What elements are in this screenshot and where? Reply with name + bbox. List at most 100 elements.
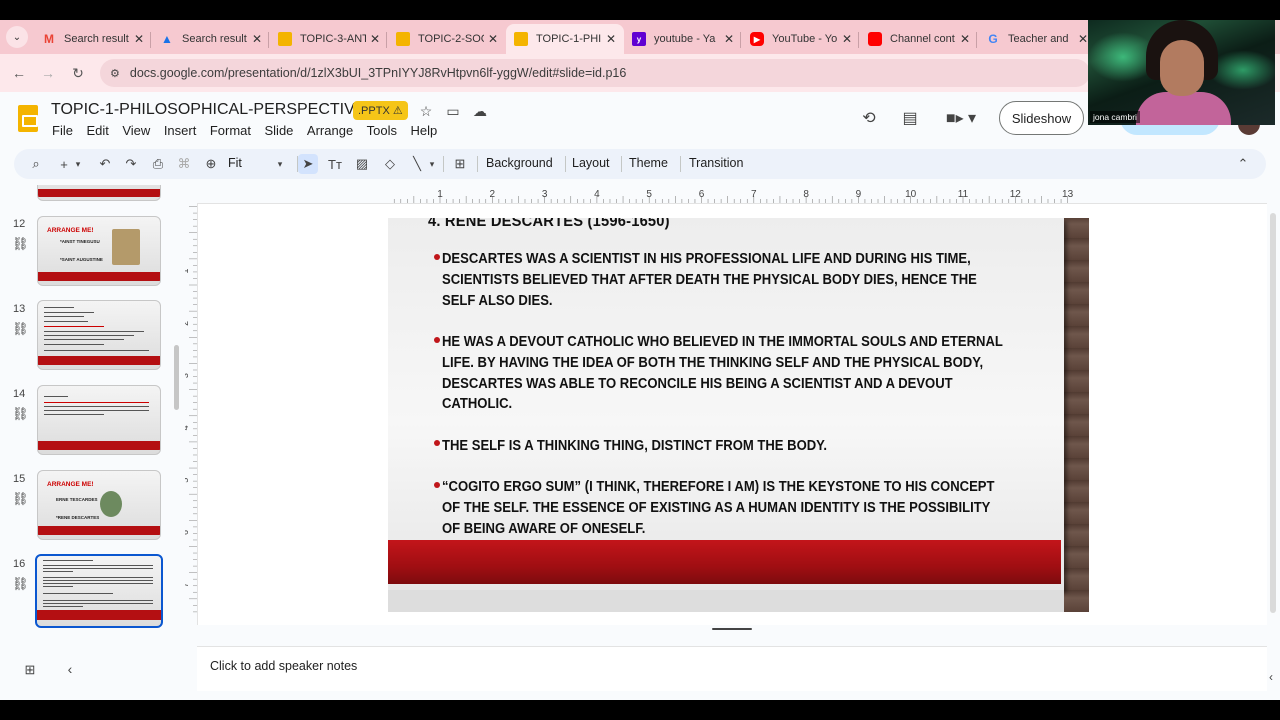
shape-icon[interactable]: ◇ (380, 154, 400, 174)
paint-format-icon[interactable]: ⌘ (174, 154, 194, 174)
theme-button[interactable]: Theme (629, 156, 668, 170)
document-title[interactable]: TOPIC-1-PHILOSOPHICAL-PERSPECTIVE (1) (51, 101, 389, 119)
menu-arrange[interactable]: Arrange (307, 123, 353, 138)
browser-tab[interactable]: TOPIC-3-ANT ✕ (270, 24, 388, 54)
line-icon[interactable]: ╲ (407, 154, 427, 174)
zoom-dropdown-icon[interactable]: ▾ (270, 154, 290, 174)
redo-icon[interactable]: ↷ (121, 154, 141, 174)
slide-thumbnail[interactable] (37, 185, 161, 201)
menu-edit[interactable]: Edit (86, 123, 108, 138)
slide-bullet[interactable]: HE WAS A DEVOUT CATHOLIC WHO BELIEVED IN… (442, 332, 1010, 415)
slide-number: 13 (13, 303, 26, 315)
menu-slide[interactable]: Slide (265, 123, 294, 138)
grid-view-icon[interactable]: ⊞ (22, 662, 38, 678)
menu-insert[interactable]: Insert (164, 123, 197, 138)
reload-icon[interactable]: ↻ (68, 63, 88, 83)
menu-help[interactable]: Help (411, 123, 438, 138)
menu-view[interactable]: View (122, 123, 150, 138)
move-folder-icon[interactable]: ▭ (444, 102, 462, 120)
close-tab-icon[interactable]: ✕ (252, 32, 262, 46)
browser-tab[interactable]: y youtube - Ya ✕ (624, 24, 742, 54)
text-box-icon[interactable]: Tт (325, 154, 345, 174)
add-comment-icon[interactable]: ⊞ (450, 154, 470, 174)
side-panel-toggle-icon[interactable]: ‹ (1264, 668, 1278, 686)
file-format-badge[interactable]: .PPTX ⚠ (353, 101, 408, 120)
slide-thumbnail[interactable] (37, 300, 161, 370)
close-tab-icon[interactable]: ✕ (960, 32, 970, 46)
notes-resize-handle[interactable] (712, 628, 752, 630)
meet-camera-icon[interactable]: ■▸ ▾ (944, 107, 978, 129)
slide-heading[interactable]: 4. RENE DESCARTES (1596-1650) (428, 218, 670, 231)
close-tab-icon[interactable]: ✕ (724, 32, 734, 46)
browser-tab[interactable]: TOPIC-2-SOC ✕ (388, 24, 506, 54)
browser-tab[interactable]: M Search result ✕ (34, 24, 152, 54)
close-tab-icon[interactable]: ✕ (370, 32, 380, 46)
speaker-notes-placeholder[interactable]: Click to add speaker notes (210, 659, 357, 673)
collapse-toolbar-icon[interactable]: ⌃ (1233, 154, 1253, 174)
forward-icon[interactable]: → (38, 63, 58, 83)
site-info-icon[interactable]: ⚙ (110, 67, 120, 80)
menu-tools[interactable]: Tools (367, 123, 397, 138)
background-button[interactable]: Background (486, 156, 553, 170)
insert-image-icon[interactable]: ▨ (352, 154, 372, 174)
filmstrip-scrollbar[interactable] (174, 345, 179, 410)
zoom-icon[interactable]: ⊕ (201, 154, 221, 174)
collapse-filmstrip-icon[interactable]: ‹ (62, 661, 78, 677)
layout-button[interactable]: Layout (572, 156, 610, 170)
zoom-select[interactable]: Fit (228, 156, 242, 170)
slideshow-button[interactable]: Slideshow (999, 101, 1084, 135)
bullet-dot (434, 254, 440, 260)
tab-search-menu-icon[interactable]: ⌄ (6, 26, 28, 48)
ruler-label: 5 (646, 189, 652, 200)
speaker-notes[interactable]: Click to add speaker notes (197, 646, 1267, 691)
transition-button[interactable]: Transition (689, 156, 743, 170)
close-tab-icon[interactable]: ✕ (1078, 32, 1088, 46)
tab-title: YouTube - Yo (772, 33, 838, 45)
undo-icon[interactable]: ↶ (95, 154, 115, 174)
screen: ⌄ M Search result ✕ ▲ Search result ✕ TO… (0, 0, 1280, 720)
slide-number: 12 (13, 218, 26, 230)
browser-tab-active[interactable]: TOPIC-1-PHIL ✕ (506, 24, 624, 54)
close-tab-icon[interactable]: ✕ (488, 32, 498, 46)
cloud-status-icon[interactable]: ☁ (471, 102, 489, 120)
version-history-icon[interactable]: ⟲ (858, 107, 880, 129)
ruler-label: 1 (437, 189, 443, 200)
browser-tab[interactable]: ▲ Search result ✕ (152, 24, 270, 54)
slide-thumbnail[interactable]: ARRANGE ME! *AINST TINEGUSU *SAINT AUGUS… (37, 216, 161, 286)
letterbox-bottom (0, 700, 1280, 720)
canvas-scrollbar[interactable] (1270, 213, 1276, 613)
webcam-name-label: jona cambri (1090, 111, 1140, 123)
close-tab-icon[interactable]: ✕ (842, 32, 852, 46)
url-bar[interactable]: ⚙ docs.google.com/presentation/d/1zlX3bU… (100, 59, 1090, 87)
bullet-dot (434, 337, 440, 343)
ruler-label: 11 (958, 189, 969, 200)
slides-logo-icon[interactable] (18, 105, 38, 132)
new-slide-dropdown-icon[interactable]: ▾ (72, 154, 84, 174)
search-menus-icon[interactable]: ⌕ (26, 154, 46, 174)
yahoo-icon: y (632, 32, 646, 46)
back-icon[interactable]: ← (9, 63, 29, 83)
slide-thumbnail-selected[interactable] (35, 554, 163, 628)
slide-number: 14 (13, 388, 26, 400)
tab-title: youtube - Ya (654, 33, 716, 45)
close-tab-icon[interactable]: ✕ (606, 32, 616, 46)
slide-thumbnail[interactable] (37, 385, 161, 455)
slide-thumbnail[interactable]: ARRANGE ME! ERNE TESCARDES *RENE DESCART… (37, 470, 161, 540)
menu-file[interactable]: File (52, 123, 73, 138)
print-icon[interactable]: ⎙ (148, 154, 168, 174)
star-icon[interactable]: ☆ (417, 102, 435, 120)
browser-tab[interactable]: Channel cont ✕ (860, 24, 978, 54)
slide-bullet[interactable]: DESCARTES WAS A SCIENTIST IN HIS PROFESS… (442, 249, 1010, 311)
browser-tab[interactable]: G Teacher and ✕ (978, 24, 1096, 54)
menu-format[interactable]: Format (210, 123, 251, 138)
webcam-overlay: jona cambri (1088, 20, 1275, 125)
current-slide[interactable]: 4. RENE DESCARTES (1596-1650) DESCARTES … (388, 218, 1089, 612)
select-cursor-icon[interactable]: ➤ (298, 154, 318, 174)
browser-tab[interactable]: ▶ YouTube - Yo ✕ (742, 24, 860, 54)
line-dropdown-icon[interactable]: ▾ (426, 154, 438, 174)
comments-icon[interactable]: ▤ (899, 107, 921, 129)
new-slide-icon[interactable]: + (54, 154, 74, 174)
slide-bullet[interactable]: “COGITO ERGO SUM” (I THINK, THEREFORE I … (442, 477, 1010, 539)
close-tab-icon[interactable]: ✕ (134, 32, 144, 46)
slide-bullet[interactable]: THE SELF IS A THINKING THING, DISTINCT F… (442, 436, 1010, 457)
